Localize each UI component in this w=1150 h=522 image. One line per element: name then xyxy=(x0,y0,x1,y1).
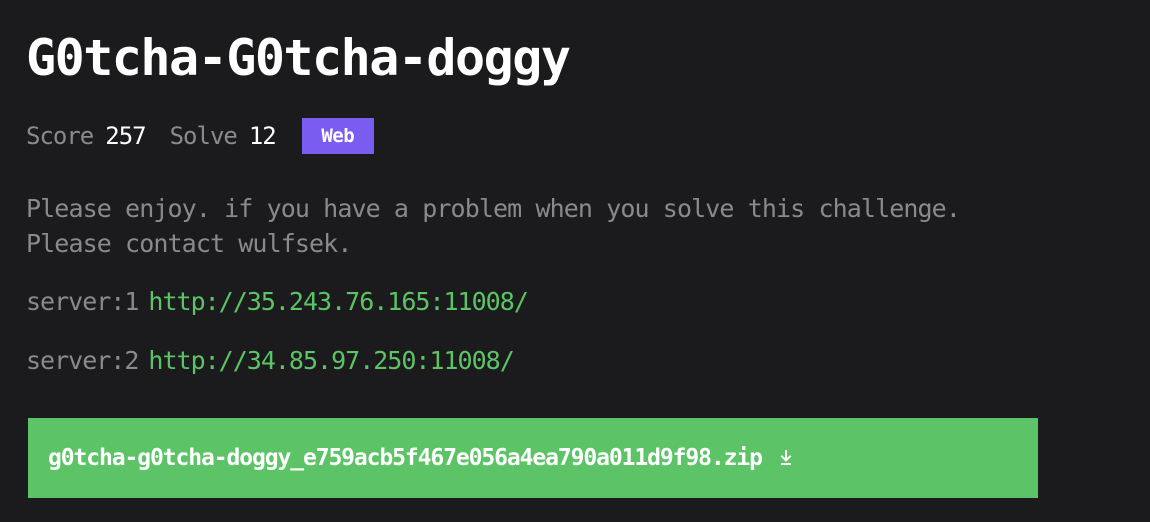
server-1-row: server:1 http://35.243.76.165:11008/ xyxy=(26,284,529,320)
score-label: Score xyxy=(26,122,94,150)
download-icon xyxy=(776,448,796,468)
challenge-title: G0tcha-G0tcha-doggy xyxy=(26,29,571,87)
server-1-label: server:1 xyxy=(26,287,139,316)
solve-value: 12 xyxy=(248,122,277,150)
server-1-link[interactable]: http://35.243.76.165:11008/ xyxy=(148,287,528,316)
attachment-filename: g0tcha-g0tcha-doggy_e759acb5f467e056a4ea… xyxy=(48,445,763,471)
category-badge: Web xyxy=(301,118,374,154)
solve-label: Solve xyxy=(169,122,238,150)
server-2-row: server:2 http://34.85.97.250:11008/ xyxy=(26,343,515,379)
challenge-description: Please enjoy. if you have a problem when… xyxy=(26,194,961,258)
server-2-link[interactable]: http://34.85.97.250:11008/ xyxy=(148,346,514,375)
challenge-meta: Score 257 Solve 12 Web xyxy=(26,117,374,155)
score-value: 257 xyxy=(105,122,146,150)
server-2-label: server:2 xyxy=(26,346,139,375)
download-attachment-button[interactable]: g0tcha-g0tcha-doggy_e759acb5f467e056a4ea… xyxy=(28,418,1038,498)
